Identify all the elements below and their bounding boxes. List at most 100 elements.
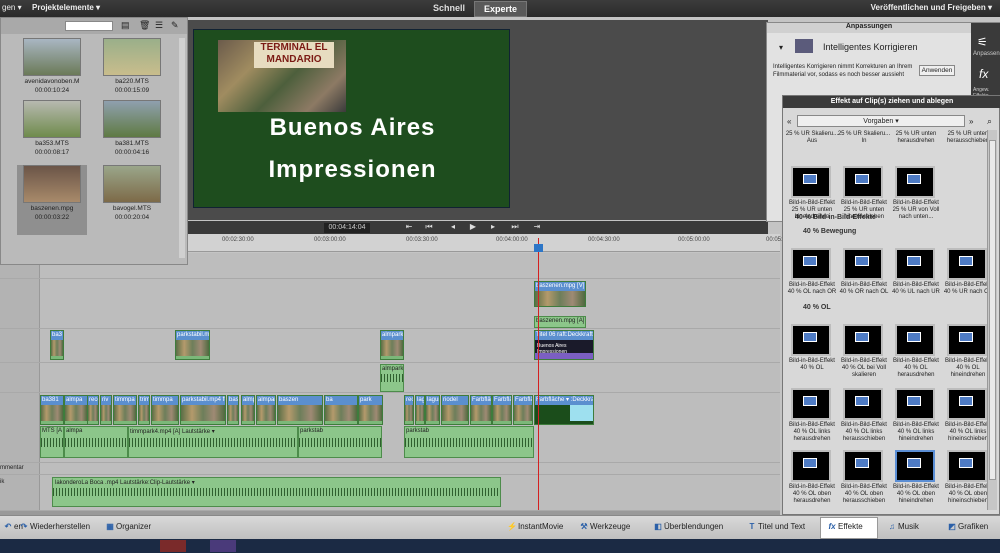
new-item-icon[interactable]: ▤	[121, 20, 130, 31]
clip-v1[interactable]: ba381	[40, 395, 64, 425]
menu-partial[interactable]: gen ▾	[2, 3, 22, 12]
effect-preset[interactable]: Bild-in-Bild-Effekt 40 % OL links heraus…	[839, 388, 889, 448]
effect-preset[interactable]: Bild-in-Bild-Effekt 40 % OL herausdrehen	[891, 324, 941, 384]
publish-menu[interactable]: Veröffentlichen und Freigeben ▾	[871, 3, 992, 12]
clip-v1[interactable]: almpa	[64, 395, 88, 425]
assets-scrollbar[interactable]	[179, 38, 185, 258]
music-button[interactable]: ♫ Musik	[886, 522, 919, 531]
asset-item[interactable]: ba220.MTS 00:00:15:09	[97, 38, 167, 108]
collapse-chevron-icon[interactable]: ▾	[779, 43, 783, 52]
clip-title[interactable]: Titel 06 raft:Deckkraft ▾ Buenos Aires I…	[534, 330, 594, 360]
asset-item[interactable]: bavogel.MTS 00:00:20:04	[97, 165, 167, 235]
preset-dropdown[interactable]: Vorgaben ▾	[797, 115, 965, 127]
taskbar-app-icon[interactable]	[210, 540, 236, 552]
effect-preset[interactable]: Bild-in-Bild-Effekt 40 % OL oben hineins…	[943, 450, 987, 510]
effect-preset[interactable]: Bild-in-Bild-Effekt 40 % OL hineindrehen	[943, 324, 987, 384]
preview-frame[interactable]: TERMINAL EL MANDARIO Buenos Aires Impres…	[193, 29, 510, 208]
list-view-icon[interactable]: ☰	[155, 20, 163, 31]
clip-v1[interactable]: Farbfläche ▾ :Deckkraft ▾	[513, 395, 533, 425]
effect-preset[interactable]: Bild-in-Bild-Effekt 40 % OR nach OL	[839, 248, 889, 308]
titles-button[interactable]: T Titel und Text	[746, 522, 806, 531]
transitions-button[interactable]: ◧ Überblendungen	[652, 522, 723, 531]
effect-preset[interactable]: Bild-in-Bild-Effekt 25 % UR unten hinein…	[839, 166, 889, 226]
prev-category-icon[interactable]: «	[787, 117, 791, 126]
clip-v1[interactable]: bas	[227, 395, 239, 425]
apply-button[interactable]: Anwenden	[919, 65, 955, 76]
clip-v1[interactable]: lagun	[425, 395, 440, 425]
effect-preset[interactable]: Bild-in-Bild-Effekt 40 % OL links heraus…	[787, 388, 837, 448]
delete-icon[interactable]: 🗑	[139, 20, 150, 31]
goto-start-icon[interactable]: ⇤	[402, 222, 416, 231]
asset-item[interactable]: ba353.MTS 00:00:08:17	[17, 100, 87, 170]
mode-expert-tab[interactable]: Experte	[474, 1, 528, 17]
playhead-handle[interactable]	[534, 244, 543, 252]
instantmovie-button[interactable]: ⚡InstantMovie	[506, 522, 563, 531]
project-assets-menu[interactable]: Projektelemente ▾	[32, 3, 100, 12]
clip-a1[interactable]: parkstab	[404, 426, 534, 458]
adjust-label[interactable]: Anpassen	[973, 51, 1000, 57]
clip-v2[interactable]: ba3	[50, 330, 64, 360]
step-forward-icon[interactable]: ▸	[486, 222, 500, 231]
asset-item[interactable]: ba381.MTS 00:00:04:16	[97, 100, 167, 170]
clip-v1[interactable]: ba	[324, 395, 358, 425]
effect-preset[interactable]: Bild-in-Bild-Effekt 25 % UR unten hinein…	[787, 166, 837, 226]
clip-v1[interactable]: almpark	[241, 395, 255, 425]
redo-button[interactable]: ↷ Wiederherstellen	[18, 522, 90, 531]
goto-end-icon[interactable]: ⇥	[530, 222, 544, 231]
effect-preset[interactable]: Bild-in-Bild-Effekt 40 % UR nach OL	[943, 248, 987, 308]
clip-v1[interactable]: timmpa	[151, 395, 179, 425]
effect-preset[interactable]: Bild-in-Bild-Effekt 40 % OL links hinein…	[943, 388, 987, 448]
clip-a1[interactable]: MTS [A	[40, 426, 64, 458]
clip-v2[interactable]: parkstabil.m	[175, 330, 210, 360]
clip-a1[interactable]: almpa	[64, 426, 128, 458]
effect-preset[interactable]: Bild-in-Bild-Effekt 40 % OL links hinein…	[891, 388, 941, 448]
play-icon[interactable]: ▶	[466, 222, 480, 231]
effect-preset[interactable]: Bild-in-Bild-Effekt 25 % UR Skalieru... …	[786, 130, 838, 148]
effect-preset[interactable]: Bild-in-Bild-Effekt 25 % UR Skalieru... …	[838, 130, 890, 148]
clip-music[interactable]: lakonderoLa Boca .mp4 Lautstärke:Clip-La…	[52, 477, 501, 507]
effect-preset[interactable]: Bild-in-Bild-Effekt 40 % OL nach OR	[787, 248, 837, 308]
effect-preset[interactable]: Bild-in-Bild-Effekt 40 % OL oben herauss…	[839, 450, 889, 510]
clip-v1[interactable]: recycling	[404, 395, 414, 425]
clip-v1[interactable]: reco	[87, 395, 99, 425]
organizer-button[interactable]: ▦ Organizer	[104, 522, 151, 531]
clip-v1[interactable]: Farbfläche ▾ :Deckkraft ▾	[470, 395, 492, 425]
clip-v1[interactable]: riv	[100, 395, 112, 425]
pen-icon[interactable]: ✎	[171, 20, 179, 31]
clip-v2[interactable]: almpark	[380, 330, 404, 360]
clip-a1[interactable]: parkstab	[298, 426, 382, 458]
clip-v1[interactable]: park	[358, 395, 383, 425]
clip-baszenen-video[interactable]: baszenen.mpg [V] ▾	[534, 281, 586, 307]
prev-edit-icon[interactable]: ⏮	[422, 222, 436, 232]
clip-a1[interactable]: timmpark4.mp4 [A] Lautstärke ▾	[128, 426, 298, 458]
tools-button[interactable]: ⚒ Werkzeuge	[578, 522, 630, 531]
smart-fix-label[interactable]: Intelligentes Korrigieren	[823, 42, 918, 52]
clip-v1[interactable]: trim	[138, 395, 150, 425]
project-search-input[interactable]	[65, 21, 113, 31]
clip-v1[interactable]: lagunb	[415, 395, 425, 425]
search-icon[interactable]: ⌕	[987, 116, 992, 127]
effect-preset[interactable]: Bild-in-Bild-Effekt 40 % OL oben herausd…	[787, 450, 837, 510]
effect-preset[interactable]: Bild-in-Bild-Effekt 25 % UR von Voll nac…	[891, 166, 941, 226]
clip-v1[interactable]: Farbfläche ▾ :Deckkraft ▾	[492, 395, 512, 425]
timecode-display[interactable]: 00:04:14:04	[324, 223, 370, 233]
effect-preset[interactable]: Bild-in-Bild-Effekt 40 % UL nach UR	[891, 248, 941, 308]
clip-v1[interactable]: Farbfläche ▾ :Deckkraft ▾	[534, 395, 594, 425]
effect-preset[interactable]: Bild-in-Bild-Effekt 25 % UR unten heraus…	[943, 130, 987, 148]
asset-item[interactable]: avenidavonoben.M 00:00:10:24	[17, 38, 87, 108]
clip-almpark-audio[interactable]: almpark	[380, 364, 404, 392]
fx-icon[interactable]: fx	[979, 67, 988, 81]
mode-quick-tab[interactable]: Schnell	[424, 1, 474, 17]
next-category-icon[interactable]: »	[969, 117, 973, 126]
effects-scrollbar[interactable]	[987, 130, 997, 510]
clip-v1[interactable]: timmpa	[113, 395, 137, 425]
clip-v1[interactable]: baszen	[277, 395, 323, 425]
effect-preset[interactable]: Bild-in-Bild-Effekt 40 % OL	[787, 324, 837, 384]
playhead-line[interactable]	[538, 238, 539, 510]
scroll-thumb[interactable]	[989, 140, 996, 480]
effects-button[interactable]: fx Effekte	[826, 522, 862, 531]
clip-v1[interactable]: parkstabil.mp4 ft ▾	[180, 395, 226, 425]
taskbar-app-icon[interactable]	[160, 540, 186, 552]
asset-item[interactable]: baszenen.mpg 00:00:03:22	[17, 165, 87, 235]
next-edit-icon[interactable]: ⏭	[508, 222, 522, 232]
